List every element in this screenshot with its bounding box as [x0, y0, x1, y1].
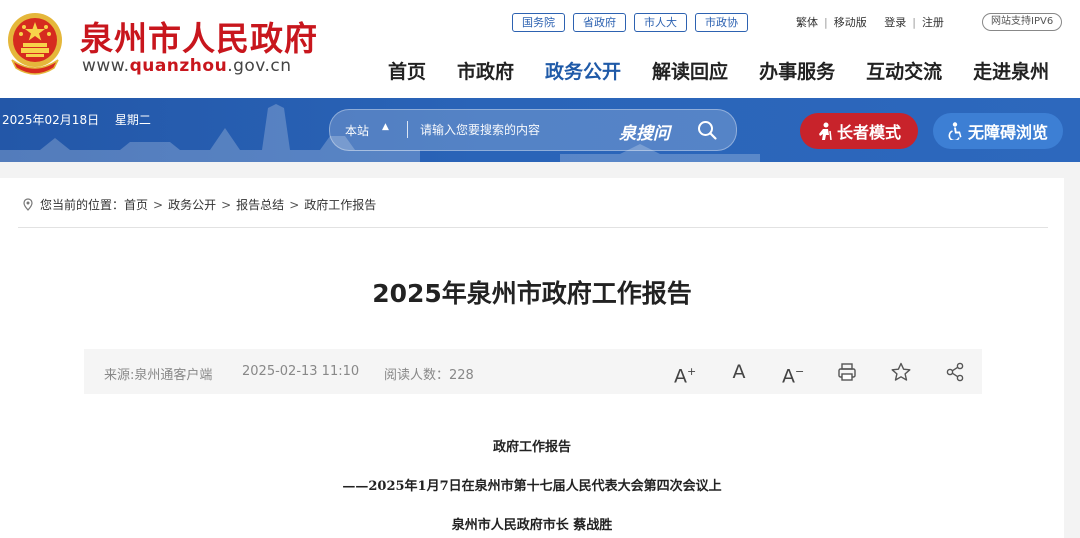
breadcrumb-reports[interactable]: 报告总结	[236, 196, 284, 213]
search-box: 本站 ▲ 泉搜问	[329, 109, 737, 151]
top-link-city-npc[interactable]: 市人大	[634, 13, 687, 32]
article-title: 2025年泉州市政府工作报告	[372, 279, 692, 308]
separator: |	[912, 16, 916, 29]
separator: |	[824, 16, 828, 29]
utility-links: 繁体 | 移动版 登录 | 注册	[796, 14, 944, 30]
date-text: 2025年02月18日	[2, 113, 100, 127]
top-link-state-council[interactable]: 国务院	[512, 13, 565, 32]
search-divider	[407, 121, 408, 138]
ipv6-badge: 网站支持IPV6	[982, 13, 1063, 31]
sort-caret-icon[interactable]: ▲	[382, 122, 389, 132]
breadcrumb-government-affairs[interactable]: 政务公开	[168, 196, 216, 213]
site-url[interactable]: www.quanzhou.gov.cn	[82, 56, 292, 76]
top-links: 国务院 省政府 市人大 市政协	[512, 13, 748, 32]
breadcrumb-prefix: 您当前的位置：	[40, 198, 125, 212]
nav-about-quanzhou[interactable]: 走进泉州	[973, 57, 1049, 84]
breadcrumb-separator: >	[289, 197, 300, 212]
elder-person-icon	[818, 122, 832, 140]
search-icon[interactable]	[696, 119, 718, 141]
traditional-chinese-link[interactable]: 繁体	[796, 16, 818, 29]
site-url-suffix: .gov.cn	[227, 56, 292, 76]
elder-mode-label: 长者模式	[836, 123, 901, 142]
nav-home[interactable]: 首页	[388, 57, 426, 84]
font-default-icon[interactable]: A	[728, 361, 750, 383]
top-link-city-cppcc[interactable]: 市政协	[695, 13, 748, 32]
main-nav: 首页 市政府 政务公开 解读回应 办事服务 互动交流 走进泉州	[388, 57, 1049, 84]
current-date: 2025年02月18日 星期二	[2, 111, 151, 128]
mobile-version-link[interactable]: 移动版	[834, 16, 867, 29]
weekday-text: 星期二	[114, 113, 151, 127]
article-datetime: 2025-02-13 11:10	[242, 364, 360, 379]
accessibility-label: 无障碍浏览	[967, 123, 1048, 142]
search-scope-select[interactable]: 本站	[345, 122, 369, 139]
top-link-province-gov[interactable]: 省政府	[573, 13, 626, 32]
nav-services[interactable]: 办事服务	[759, 57, 835, 84]
location-pin-icon	[23, 198, 33, 211]
breadcrumb-separator: >	[153, 197, 164, 212]
breadcrumb-home[interactable]: 首页	[124, 196, 148, 213]
font-decrease-icon[interactable]: A−	[782, 361, 804, 387]
search-brand: 泉搜问	[619, 124, 670, 144]
banner: 2025年02月18日 星期二 本站 ▲ 泉搜问	[0, 98, 1080, 162]
breadcrumb-current[interactable]: 政府工作报告	[304, 196, 376, 213]
article-reads: 阅读人数：228	[384, 364, 474, 383]
nav-government-affairs[interactable]: 政务公开	[545, 57, 621, 84]
national-emblem-icon[interactable]	[4, 10, 66, 76]
reads-count: 228	[449, 368, 474, 383]
login-link[interactable]: 登录	[884, 16, 906, 29]
body-subheading: ——2025年1月7日在泉州市第十七届人民代表大会第四次会议上	[342, 479, 722, 494]
nav-interpretation[interactable]: 解读回应	[652, 57, 728, 84]
site-name[interactable]: 泉州市人民政府	[80, 12, 318, 60]
article-panel: 您当前的位置： 首页 > 政务公开 > 报告总结 > 政府工作报告 2025年泉…	[0, 178, 1064, 538]
share-icon[interactable]	[944, 361, 966, 383]
reads-label: 阅读人数：	[384, 368, 450, 383]
accessibility-button[interactable]: 无障碍浏览	[933, 113, 1063, 149]
nav-city-government[interactable]: 市政府	[457, 57, 514, 84]
body-author: 泉州市人民政府市长 蔡战胜	[451, 518, 613, 533]
site-url-highlight: quanzhou	[129, 56, 228, 76]
register-link[interactable]: 注册	[922, 16, 944, 29]
article-source: 来源:泉州通客户端	[104, 368, 213, 383]
elder-mode-button[interactable]: 长者模式	[800, 113, 918, 149]
breadcrumb-divider	[18, 227, 1048, 228]
site-header: 泉州市人民政府 www.quanzhou.gov.cn 国务院 省政府 市人大 …	[0, 0, 1080, 98]
article-meta-bar: 来源:泉州通客户端 2025-02-13 11:10 阅读人数：228 A+ A…	[84, 349, 982, 394]
favorite-star-icon[interactable]	[890, 361, 912, 383]
body-heading: 政府工作报告	[492, 440, 571, 455]
search-input[interactable]	[420, 121, 610, 139]
wheelchair-icon	[948, 122, 962, 140]
nav-interaction[interactable]: 互动交流	[866, 57, 942, 84]
breadcrumb-separator: >	[221, 197, 232, 212]
breadcrumb: 您当前的位置： 首页 > 政务公开 > 报告总结 > 政府工作报告	[22, 196, 376, 213]
site-url-prefix: www.	[82, 56, 130, 76]
print-icon[interactable]	[836, 361, 858, 383]
font-increase-icon[interactable]: A+	[674, 361, 696, 387]
